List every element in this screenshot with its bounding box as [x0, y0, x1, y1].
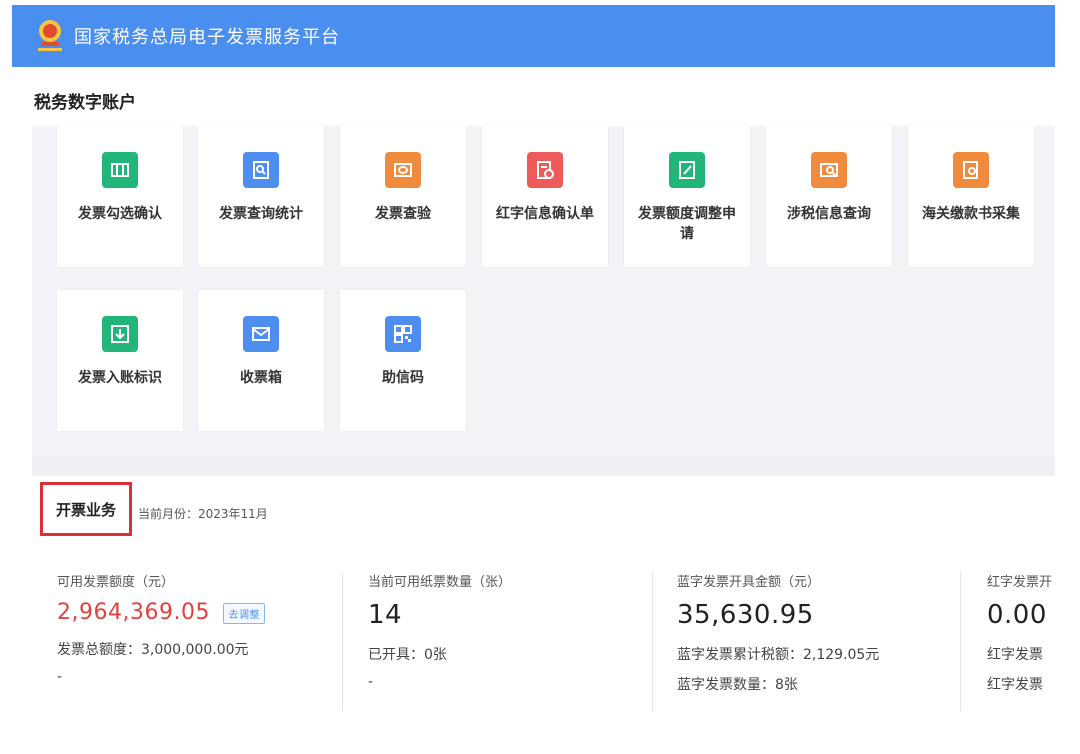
adjust-quota-button[interactable]: 去调整	[223, 602, 265, 624]
stat-value: 35,630.95	[677, 600, 814, 630]
tile-red-info-confirm[interactable]: 红字信息确认单	[482, 126, 608, 267]
tile-invoice-verify[interactable]: 发票查验	[340, 126, 466, 267]
tile-label: 收票箱	[240, 370, 282, 386]
page-title: 税务数字账户	[34, 93, 136, 113]
stat-red-invoice-amount: 红字发票开 0.00 红字发票 红字发票	[987, 571, 1055, 694]
stat-detail: 蓝字发票累计税额：2,129.05元	[677, 647, 880, 663]
invoicing-business-section: 开票业务 当前月份：2023年11月 可用发票额度（元） 2,964,369.0…	[32, 476, 1055, 736]
section-heading: 开票业务	[55, 500, 116, 519]
section-divider	[32, 456, 1055, 476]
tile-label: 助信码	[382, 370, 424, 386]
tile-invoice-inbox[interactable]: 收票箱	[198, 290, 324, 431]
stat-detail: 红字发票	[987, 647, 1043, 663]
stat-available-quota: 可用发票额度（元） 2,964,369.05 去调整 发票总额度：3,000,0…	[57, 571, 265, 685]
red-form-icon	[527, 152, 563, 188]
tax-search-icon	[811, 152, 847, 188]
stat-value: 0.00	[987, 600, 1047, 630]
column-divider	[342, 571, 343, 711]
tile-label: 发票入账标识	[78, 370, 162, 386]
tile-label: 发票查验	[375, 206, 431, 222]
stat-detail-2: -	[368, 674, 374, 690]
current-month-label: 当前月份：2023年11月	[138, 507, 268, 521]
column-divider	[960, 571, 961, 711]
tile-label: 涉税信息查询	[787, 206, 871, 222]
stat-detail-2: -	[57, 669, 63, 685]
mail-icon	[243, 316, 279, 352]
search-doc-icon	[243, 152, 279, 188]
qr-icon	[385, 316, 421, 352]
stat-label: 蓝字发票开具金额（元）	[677, 575, 821, 590]
app-title: 国家税务总局电子发票服务平台	[74, 27, 340, 48]
stat-detail: 已开具：0张	[368, 647, 447, 663]
tile-label: 发票查询统计	[219, 206, 303, 222]
stat-label: 可用发票额度（元）	[57, 575, 175, 590]
stat-value: 14	[368, 600, 403, 630]
customs-icon	[953, 152, 989, 188]
tile-invoice-query[interactable]: 发票查询统计	[198, 126, 324, 267]
available-quota-value: 2,964,369.05	[57, 600, 210, 625]
tile-invoice-selection[interactable]: 发票勾选确认	[57, 126, 183, 267]
stat-blue-invoice-amount: 蓝字发票开具金额（元） 35,630.95 蓝字发票累计税额：2,129.05元…	[677, 571, 879, 694]
app-header: 国家税务总局电子发票服务平台	[12, 5, 1055, 67]
stat-label: 红字发票开	[987, 575, 1053, 590]
ticket-icon	[102, 152, 138, 188]
tile-label: 发票额度调整申请	[638, 206, 736, 242]
tile-tax-info-query[interactable]: 涉税信息查询	[766, 126, 892, 267]
stat-paper-invoices: 当前可用纸票数量（张） 14 已开具：0张 -	[368, 571, 511, 690]
stat-detail: 发票总额度：3,000,000.00元	[57, 642, 249, 658]
tile-label: 海关缴款书采集	[922, 206, 1020, 222]
tile-quota-adjust[interactable]: 发票额度调整申请	[624, 126, 750, 267]
stat-value: 2,964,369.05 去调整	[57, 600, 265, 625]
stat-detail-2: 红字发票	[987, 677, 1043, 693]
download-icon	[102, 316, 138, 352]
tile-customs-collection[interactable]: 海关缴款书采集	[908, 126, 1034, 267]
stat-detail-2: 蓝字发票数量：8张	[677, 677, 798, 693]
verify-icon	[385, 152, 421, 188]
tax-emblem-logo	[32, 17, 68, 57]
tile-label: 发票勾选确认	[78, 206, 162, 222]
tile-label: 红字信息确认单	[496, 206, 594, 222]
function-tiles-panel: 发票勾选确认 发票查询统计 发票查验 红字信息确认单 发票额度调整申请 涉税信息…	[32, 126, 1055, 456]
tile-invoice-accounting[interactable]: 发票入账标识	[57, 290, 183, 431]
stat-label: 当前可用纸票数量（张）	[368, 575, 512, 590]
highlight-box: 开票业务	[40, 482, 132, 536]
column-divider	[652, 571, 653, 711]
tile-credit-code[interactable]: 助信码	[340, 290, 466, 431]
edit-icon	[669, 152, 705, 188]
